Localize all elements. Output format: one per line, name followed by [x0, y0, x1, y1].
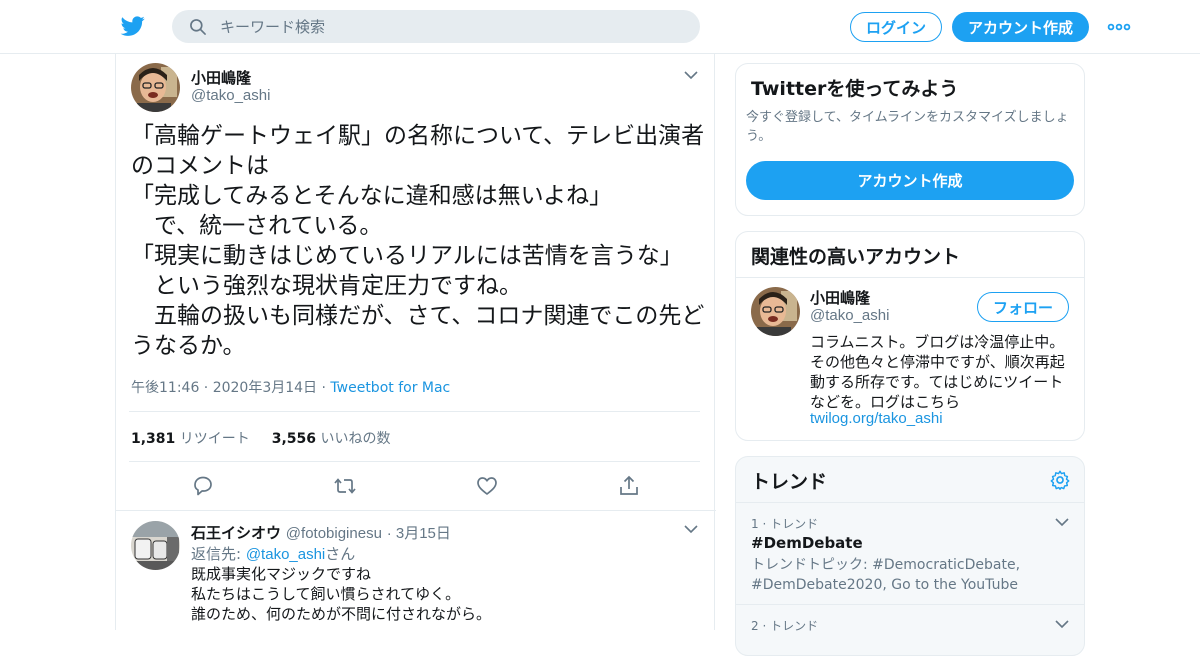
related-avatar[interactable]: [751, 287, 800, 336]
trend-rank: 1 · トレンド: [751, 517, 819, 531]
avatar[interactable]: [131, 63, 180, 112]
twitter-bird-icon[interactable]: [120, 14, 146, 38]
trend-desc: トレンドトピック: #DemocraticDebate, #DemDebate2…: [751, 557, 1021, 593]
signup-card-button[interactable]: アカウント作成: [746, 161, 1074, 200]
more-dots-icon[interactable]: [1107, 18, 1131, 36]
chevron-down-icon[interactable]: [1055, 517, 1069, 527]
reply-author-name[interactable]: 石王イシオウ: [191, 524, 281, 542]
reply-author-handle[interactable]: @fotobiginesu: [286, 525, 382, 542]
divider: [116, 510, 716, 511]
tweet-timestamp[interactable]: 午後11:46 · 2020年3月14日: [131, 380, 317, 396]
divider: [129, 411, 700, 412]
tweet-author-name[interactable]: 小田嶋隆: [191, 67, 251, 88]
reply-icon[interactable]: [191, 474, 215, 498]
retweet-count: 1,381: [131, 431, 176, 447]
tweet-author-handle[interactable]: @tako_ashi: [191, 87, 270, 104]
related-bio: コラムニスト。ブログは冷温停止中。その他色々と停滞中ですが、順次再起動する所存で…: [810, 333, 1065, 411]
search-input[interactable]: [220, 10, 680, 43]
divider: [736, 277, 1084, 278]
gear-icon[interactable]: [1049, 469, 1071, 491]
tweet-client[interactable]: Tweetbot for Mac: [330, 380, 450, 396]
trend-rank: 2 · トレンド: [751, 619, 819, 633]
signup-card-subtitle: 今すぐ登録して、タイムラインをカスタマイズしましょう。: [746, 110, 1069, 144]
tweet-actions: [131, 474, 701, 500]
like-icon[interactable]: [475, 474, 499, 498]
reply-to-prefix: 返信先:: [191, 545, 246, 563]
top-bar: ログイン アカウント作成: [0, 0, 1200, 54]
reply-date[interactable]: · 3月15日: [387, 525, 451, 542]
tweet-text: 「高輪ゲートウェイ駅」の名称について、テレビ出演者のコメントは 「完成してみると…: [131, 123, 705, 359]
trends-title: トレンド: [751, 471, 828, 493]
like-label: いいねの数: [320, 431, 391, 447]
chevron-down-icon[interactable]: [684, 70, 698, 80]
like-count: 3,556: [271, 431, 317, 447]
signup-button[interactable]: アカウント作成: [952, 12, 1089, 42]
retweet-label: リツイート: [179, 431, 250, 447]
related-bio-link[interactable]: twilog.org/tako_ashi: [810, 410, 943, 427]
reply-to-handle[interactable]: @tako_ashi: [246, 546, 325, 563]
divider: [736, 604, 1084, 605]
related-handle[interactable]: @tako_ashi: [810, 307, 889, 324]
tweet-meta: 午後11:46 · 2020年3月14日 · Tweetbot for Mac: [131, 377, 450, 397]
retweet-icon[interactable]: [333, 474, 357, 498]
signup-card-title: Twitterを使ってみよう: [751, 78, 959, 100]
share-icon[interactable]: [617, 474, 641, 498]
reply-avatar[interactable]: [131, 521, 180, 570]
reply-to: 返信先: @tako_ashiさん: [191, 543, 355, 564]
related-accounts-card: 関連性の高いアカウント 小田嶋隆 @tako_ashi フォロー コラムニスト。…: [735, 231, 1085, 441]
reply-to-suffix: さん: [325, 545, 356, 563]
retweet-stat[interactable]: 1,381 リツイート: [131, 431, 250, 447]
tweet-stats: 1,381 リツイート 3,556 いいねの数: [131, 428, 391, 448]
trends-card: トレンド 1 · トレンド #DemDebate トレンドトピック: #Demo…: [735, 456, 1085, 656]
chevron-down-icon[interactable]: [1055, 619, 1069, 629]
meta-separator: ·: [317, 380, 331, 396]
login-button[interactable]: ログイン: [850, 12, 942, 42]
divider: [129, 461, 700, 462]
chevron-down-icon[interactable]: [684, 524, 698, 534]
related-card-title: 関連性の高いアカウント: [751, 246, 961, 268]
reply-header: 石王イシオウ @fotobiginesu · 3月15日: [191, 522, 451, 543]
search-icon: [190, 19, 206, 35]
trend-name[interactable]: #DemDebate: [751, 534, 863, 552]
like-stat[interactable]: 3,556 いいねの数: [272, 431, 391, 447]
related-name[interactable]: 小田嶋隆: [810, 287, 870, 308]
tweet-column: 小田嶋隆 @tako_ashi 「高輪ゲートウェイ駅」の名称について、テレビ出演…: [115, 54, 716, 630]
signup-card: Twitterを使ってみよう 今すぐ登録して、タイムラインをカスタマイズしましょ…: [735, 63, 1085, 216]
reply-text: 既成事実化マジックですね 私たちはこうして飼い慣らされてゆく。 誰のため、何のた…: [191, 565, 492, 623]
divider: [736, 502, 1084, 503]
follow-button[interactable]: フォロー: [977, 292, 1069, 322]
search-box[interactable]: [172, 10, 700, 43]
